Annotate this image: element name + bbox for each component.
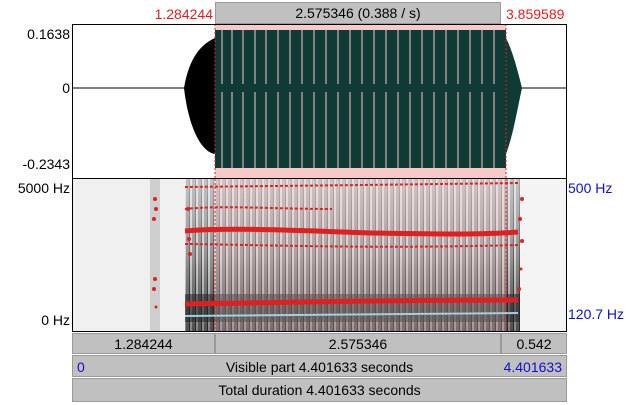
- selection-start-time: 1.284244: [154, 6, 213, 22]
- signal-view[interactable]: [72, 24, 567, 332]
- selection-duration-bar[interactable]: 2.575346 (0.388 / s): [215, 2, 501, 24]
- total-duration-bar[interactable]: Total duration 4.401633 seconds: [72, 378, 567, 402]
- segment-after-label: 0.542: [516, 335, 552, 352]
- spectrogram-panel: [72, 179, 567, 332]
- pitch-max-label: 500 Hz: [568, 180, 613, 196]
- segment-before[interactable]: 1.284244: [72, 333, 215, 354]
- selection-end-time: 3.859589: [506, 6, 565, 22]
- selection-duration-label: 2.575346 (0.388 / s): [295, 5, 421, 21]
- total-duration-label: Total duration 4.401633 seconds: [218, 382, 421, 398]
- segment-before-label: 1.284244: [114, 335, 173, 352]
- spectrogram-freq-max: 5000 Hz: [17, 180, 70, 196]
- segment-selected-label: 2.575346: [328, 335, 388, 352]
- waveform-y-min: -0.2343: [22, 156, 70, 172]
- segment-selected[interactable]: 2.575346: [215, 333, 501, 354]
- signal-svg: [72, 24, 567, 332]
- waveform-voiced-body: [215, 30, 506, 168]
- waveform-y-zero: 0: [62, 80, 70, 96]
- visible-part-bar[interactable]: 0 Visible part 4.401633 seconds 4.401633: [72, 355, 567, 377]
- waveform-panel: [72, 24, 567, 178]
- waveform-y-max: 0.1638: [27, 26, 70, 42]
- spectrogram-freq-min: 0 Hz: [41, 312, 70, 328]
- visible-end-time: 4.401633: [503, 359, 562, 375]
- pitch-current-label: 120.7 Hz: [568, 306, 625, 322]
- segment-after[interactable]: 0.542: [501, 333, 567, 354]
- visible-part-label: Visible part 4.401633 seconds: [225, 359, 414, 375]
